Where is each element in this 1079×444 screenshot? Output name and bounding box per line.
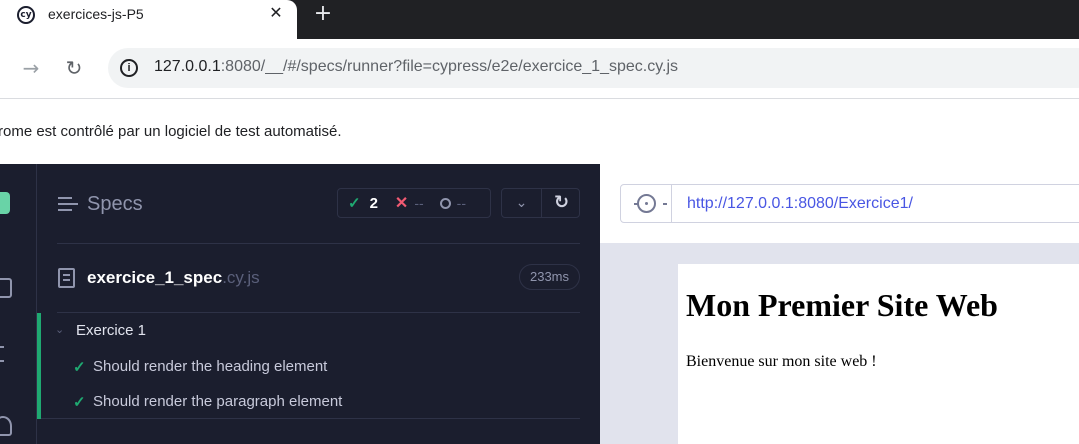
browser-toolbar: → ↻ i 127.0.0.1:8080/__/#/specs/runner?f… bbox=[0, 39, 1079, 98]
failed-x-icon: ✕ bbox=[394, 195, 409, 212]
test-stats: ✓ 2 ✕ -- -- bbox=[337, 188, 491, 218]
test-title: Should render the paragraph element bbox=[93, 393, 343, 410]
spec-name: exercice_1_spec bbox=[87, 268, 223, 287]
aut-header: http://127.0.0.1:8080/Exercice1/ bbox=[600, 164, 1079, 243]
address-bar-url[interactable]: 127.0.0.1:8080/__/#/specs/runner?file=cy… bbox=[154, 58, 678, 76]
reporter-title[interactable]: Specs bbox=[87, 193, 143, 216]
test-suite: ⌄ Exercice 1 ✓ Should render the heading… bbox=[37, 313, 600, 420]
site-info-icon[interactable]: i bbox=[120, 59, 138, 77]
pending-circle-icon bbox=[439, 197, 451, 209]
failed-count: -- bbox=[414, 195, 424, 211]
cypress-sidebar bbox=[0, 164, 37, 444]
runs-nav-icon[interactable] bbox=[0, 344, 12, 364]
cypress-logo-icon[interactable] bbox=[0, 192, 10, 214]
tab-title: exercices-js-P5 bbox=[48, 6, 144, 22]
debug-nav-icon[interactable] bbox=[0, 416, 12, 436]
suite-chevron-icon[interactable]: ⌄ bbox=[55, 323, 64, 336]
suite-title: Exercice 1 bbox=[76, 322, 147, 339]
page-heading: Mon Premier Site Web bbox=[686, 287, 998, 323]
aut-url[interactable]: http://127.0.0.1:8080/Exercice1/ bbox=[687, 195, 913, 213]
passed-count: 2 bbox=[369, 194, 378, 212]
collapse-chevron-icon[interactable]: ⌄ bbox=[502, 189, 541, 217]
cypress-favicon-icon: cy bbox=[17, 6, 35, 24]
reporter-controls: ⌄ ↻ bbox=[501, 188, 580, 218]
url-host: 127.0.0.1 bbox=[154, 58, 221, 75]
pending-count: -- bbox=[456, 195, 466, 211]
suite-header[interactable]: ⌄ Exercice 1 bbox=[41, 313, 580, 349]
header-divider bbox=[57, 243, 580, 244]
aut-url-bar: http://127.0.0.1:8080/Exercice1/ bbox=[620, 184, 1079, 223]
test-passed-check-icon: ✓ bbox=[73, 394, 86, 411]
specs-nav-icon[interactable] bbox=[0, 278, 12, 298]
spec-duration-badge: 233ms bbox=[519, 264, 580, 290]
specs-list-icon bbox=[58, 195, 78, 213]
close-tab-icon[interactable]: ✕ bbox=[266, 3, 286, 23]
spec-extension: .cy.js bbox=[222, 268, 260, 287]
rerun-tests-icon[interactable]: ↻ bbox=[542, 189, 581, 217]
crosshair-icon bbox=[634, 194, 667, 213]
infobar-message: rome est contrôlé par un logiciel de tes… bbox=[0, 123, 342, 140]
test-row[interactable]: ✓ Should render the paragraph element bbox=[41, 385, 580, 419]
spec-file-icon bbox=[58, 268, 75, 288]
cypress-reporter: Specs ✓ 2 ✕ -- -- ⌄ ↻ exercice_1_spec.cy… bbox=[37, 164, 600, 444]
test-passed-check-icon: ✓ bbox=[73, 359, 86, 376]
address-bar[interactable]: i 127.0.0.1:8080/__/#/specs/runner?file=… bbox=[108, 48, 1079, 88]
spec-file-name[interactable]: exercice_1_spec.cy.js bbox=[87, 268, 260, 288]
test-title: Should render the heading element bbox=[93, 358, 328, 375]
selector-playground-button[interactable] bbox=[621, 185, 672, 222]
reload-icon[interactable]: ↻ bbox=[62, 56, 86, 80]
aut-iframe: Mon Premier Site Web Bienvenue sur mon s… bbox=[678, 264, 1079, 444]
url-path: :8080/__/#/specs/runner?file=cypress/e2e… bbox=[220, 58, 679, 75]
page-paragraph: Bienvenue sur mon site web ! bbox=[686, 353, 877, 370]
browser-tab[interactable]: cy exercices-js-P5 ✕ bbox=[0, 0, 297, 39]
forward-arrow-icon[interactable]: → bbox=[19, 56, 43, 80]
new-tab-icon[interactable]: + bbox=[312, 3, 334, 25]
test-row[interactable]: ✓ Should render the heading element bbox=[41, 350, 580, 384]
browser-tab-strip: cy exercices-js-P5 ✕ + bbox=[0, 0, 1079, 39]
automation-infobar: rome est contrôlé par un logiciel de tes… bbox=[0, 98, 1079, 164]
app-under-test-panel: http://127.0.0.1:8080/Exercice1/ Mon Pre… bbox=[600, 164, 1079, 444]
passed-check-icon: ✓ bbox=[348, 195, 361, 212]
